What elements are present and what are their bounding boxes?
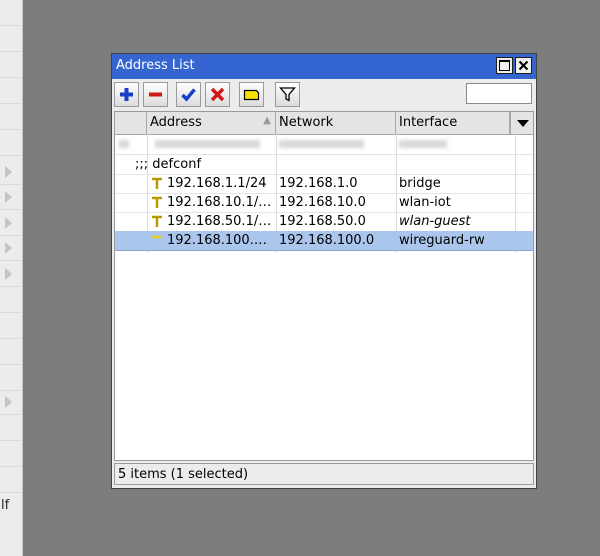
- remove-button[interactable]: [143, 82, 168, 107]
- expand-arrow-icon: [5, 191, 12, 203]
- sidebar-row[interactable]: [0, 210, 22, 236]
- address-pin-icon: [152, 215, 162, 227]
- address-table: Address ▲ Network Interface ;;; defconf: [114, 111, 534, 461]
- maximize-button[interactable]: [496, 57, 513, 74]
- column-header-address[interactable]: Address ▲: [147, 112, 276, 134]
- comment-icon: [243, 89, 260, 101]
- table-row[interactable]: 192.168.10.1/24 192.168.10.0 wlan-iot: [115, 193, 533, 213]
- expand-arrow-icon: [5, 242, 12, 254]
- add-icon: [120, 88, 133, 101]
- filter-icon: [279, 87, 296, 102]
- chevron-down-icon: [517, 120, 529, 127]
- toolbar: [112, 81, 536, 111]
- find-input[interactable]: [466, 83, 532, 104]
- cell-interface: bridge: [399, 176, 441, 191]
- column-header-interface[interactable]: Interface: [396, 112, 510, 134]
- address-pin-icon: [152, 196, 162, 208]
- cell-network: 192.168.50.0: [279, 214, 366, 229]
- row-comment: ;;; defconf: [135, 157, 202, 172]
- sidebar-bottom-label: lf: [1, 498, 10, 513]
- sidebar-row[interactable]: [0, 287, 22, 313]
- expand-arrow-icon: [5, 396, 12, 408]
- maximize-icon: [499, 60, 510, 71]
- comment-button[interactable]: [239, 82, 264, 107]
- redacted-text: [279, 140, 364, 148]
- redacted-text: [119, 140, 129, 148]
- filter-button[interactable]: [275, 82, 300, 107]
- sidebar-row[interactable]: [0, 365, 22, 391]
- expand-arrow-icon: [5, 268, 12, 280]
- status-bar: 5 items (1 selected): [114, 463, 534, 485]
- sidebar-row[interactable]: [0, 441, 22, 467]
- sidebar-row[interactable]: [0, 184, 22, 210]
- table-comment-row[interactable]: ;;; defconf: [115, 155, 533, 175]
- remove-icon: [149, 92, 162, 97]
- cell-interface: wireguard-rw: [399, 233, 485, 248]
- table-row[interactable]: 192.168.50.1/24 192.168.50.0 wlan-guest: [115, 212, 533, 232]
- sidebar-row[interactable]: [0, 26, 22, 52]
- cell-address: 192.168.10.1/24: [167, 195, 272, 210]
- window-titlebar[interactable]: Address List: [112, 54, 536, 79]
- disable-button[interactable]: [205, 82, 230, 107]
- sidebar-row[interactable]: [0, 261, 22, 287]
- sidebar-row[interactable]: [0, 52, 22, 78]
- address-pin-icon: [152, 177, 162, 189]
- redacted-text: [155, 140, 260, 148]
- cell-address: 192.168.1.1/24: [167, 176, 267, 191]
- sort-ascending-icon: ▲: [263, 115, 271, 126]
- sidebar-row[interactable]: [0, 159, 22, 185]
- add-button[interactable]: [114, 82, 139, 107]
- column-header-label: Address: [150, 115, 202, 130]
- status-text: 5 items (1 selected): [118, 467, 249, 482]
- enable-button[interactable]: [176, 82, 201, 107]
- sidebar-row[interactable]: [0, 339, 22, 365]
- cell-network: 192.168.10.0: [279, 195, 366, 210]
- background-sidebar: lf: [0, 0, 23, 556]
- sidebar-row[interactable]: [0, 389, 22, 415]
- table-header: Address ▲ Network Interface: [115, 112, 533, 135]
- close-button[interactable]: [515, 57, 532, 74]
- close-icon: [518, 60, 529, 71]
- sidebar-row[interactable]: [0, 467, 22, 493]
- window-title: Address List: [116, 58, 195, 73]
- cell-address: 192.168.50.1/24: [167, 214, 272, 229]
- sidebar-row[interactable]: [0, 235, 22, 261]
- cell-network: 192.168.100.0: [279, 233, 375, 248]
- cell-network: 192.168.1.0: [279, 176, 358, 191]
- check-icon: [181, 88, 196, 102]
- cell-address: 192.168.100.1...: [167, 233, 272, 248]
- header-spacer: [115, 112, 147, 134]
- expand-arrow-icon: [5, 166, 12, 178]
- column-header-label: Network: [279, 115, 334, 130]
- redacted-text: [399, 140, 447, 148]
- x-icon: [210, 87, 225, 102]
- sidebar-row[interactable]: [0, 78, 22, 104]
- table-row-selected[interactable]: 192.168.100.1... 192.168.100.0 wireguard…: [115, 231, 533, 251]
- address-pin-icon: [152, 235, 162, 239]
- cell-interface: wlan-guest: [399, 214, 471, 229]
- sidebar-row[interactable]: [0, 313, 22, 339]
- column-header-network[interactable]: Network: [276, 112, 396, 134]
- table-row[interactable]: [115, 135, 533, 155]
- sidebar-row[interactable]: [0, 415, 22, 441]
- column-menu-button[interactable]: [510, 112, 533, 134]
- sidebar-row[interactable]: [0, 130, 22, 156]
- address-list-window: Address List Address ▲ Network Interface…: [111, 53, 537, 489]
- cell-interface: wlan-iot: [399, 195, 451, 210]
- column-header-label: Interface: [399, 115, 458, 130]
- sidebar-row[interactable]: [0, 0, 22, 26]
- table-row[interactable]: 192.168.1.1/24 192.168.1.0 bridge: [115, 174, 533, 194]
- expand-arrow-icon: [5, 217, 12, 229]
- sidebar-row[interactable]: [0, 104, 22, 130]
